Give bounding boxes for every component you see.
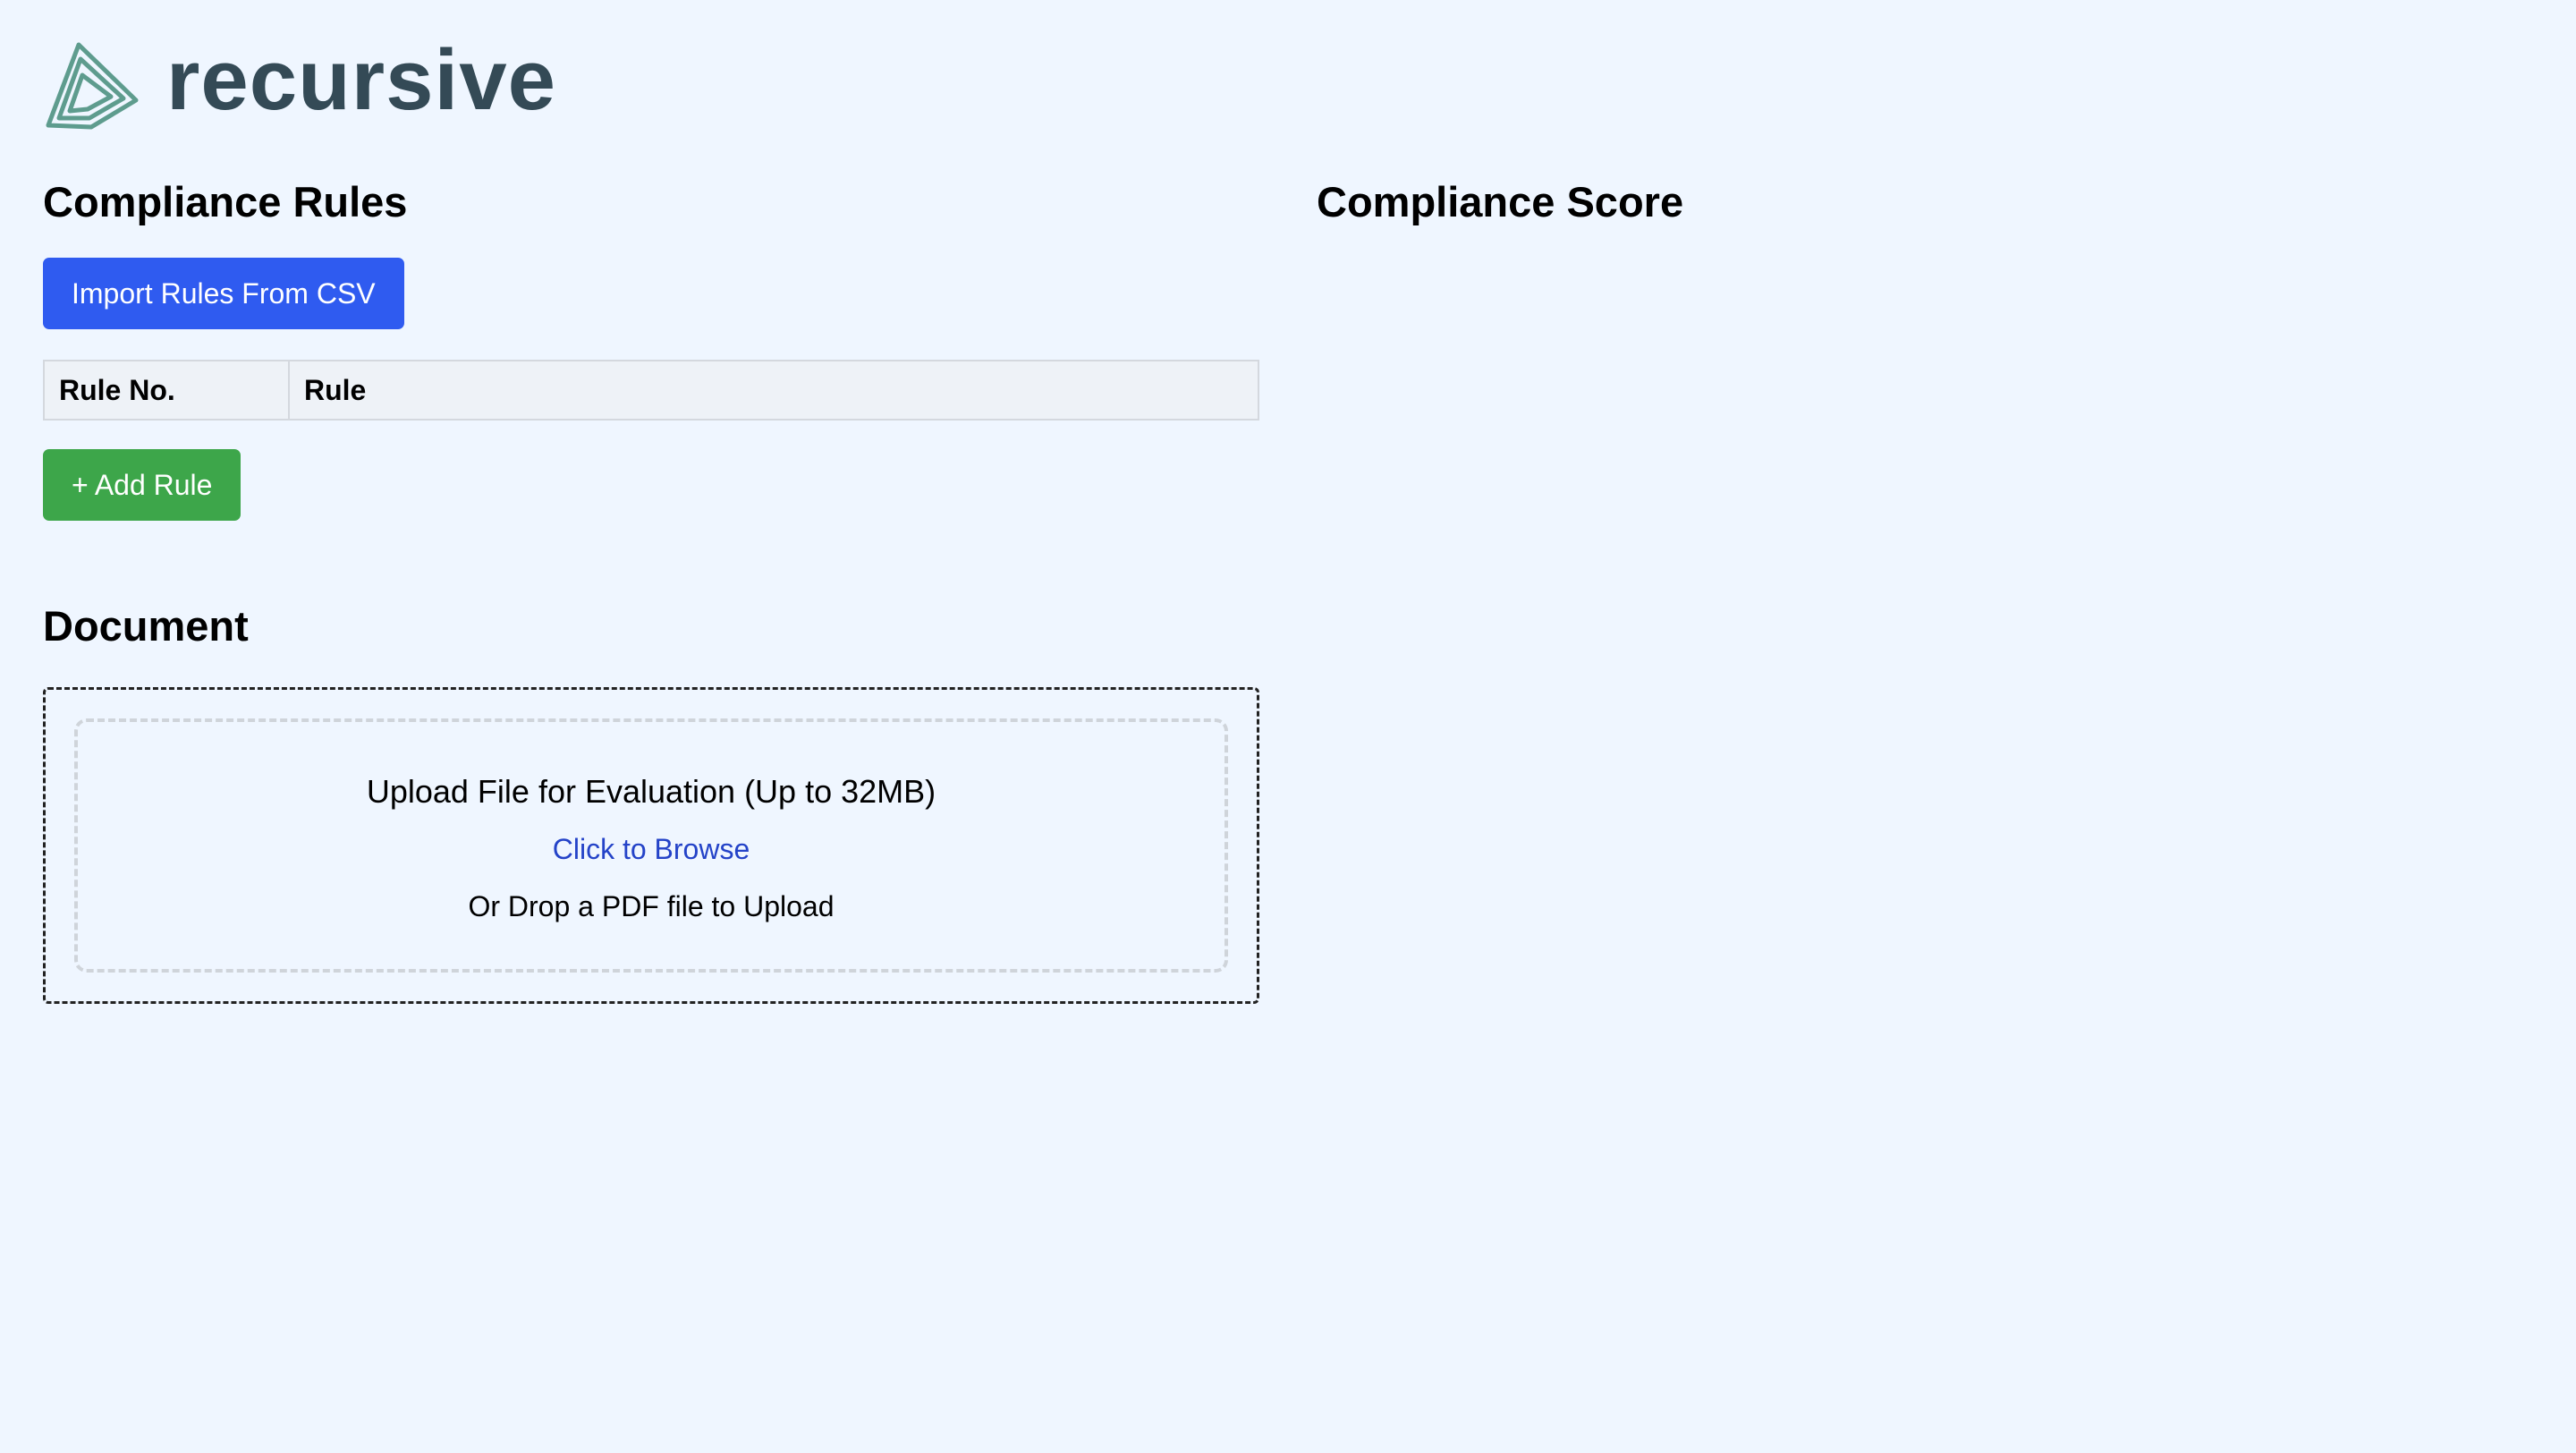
- rules-table-header-row: Rule No. Rule: [43, 360, 1259, 421]
- recursive-logo-icon: [46, 42, 139, 130]
- left-column: Compliance Rules Import Rules From CSV R…: [43, 170, 1259, 1004]
- rules-table: Rule No. Rule: [43, 360, 1259, 421]
- upload-title: Upload File for Evaluation (Up to 32MB): [366, 773, 936, 810]
- compliance-rules-title: Compliance Rules: [43, 178, 408, 225]
- import-rules-csv-button[interactable]: Import Rules From CSV: [43, 258, 404, 329]
- rule-no-column-header: Rule No.: [43, 360, 290, 421]
- document-title: Document: [43, 602, 249, 650]
- add-rule-button[interactable]: + Add Rule: [43, 449, 242, 521]
- right-column: Compliance Score: [1317, 170, 2479, 234]
- brand-name: recursive: [166, 32, 556, 128]
- brand-logo[interactable]: recursive: [43, 32, 556, 131]
- browse-link[interactable]: Click to Browse: [78, 829, 1224, 869]
- rule-column-header: Rule: [288, 360, 1259, 421]
- drop-hint: Or Drop a PDF file to Upload: [468, 890, 835, 922]
- upload-dropzone-inner[interactable]: Upload File for Evaluation (Up to 32MB) …: [74, 718, 1228, 973]
- compliance-score-title: Compliance Score: [1317, 178, 1684, 225]
- upload-dropzone[interactable]: Upload File for Evaluation (Up to 32MB) …: [43, 687, 1259, 1004]
- app-page: recursive Compliance Rules Import Rules …: [0, 0, 2576, 1453]
